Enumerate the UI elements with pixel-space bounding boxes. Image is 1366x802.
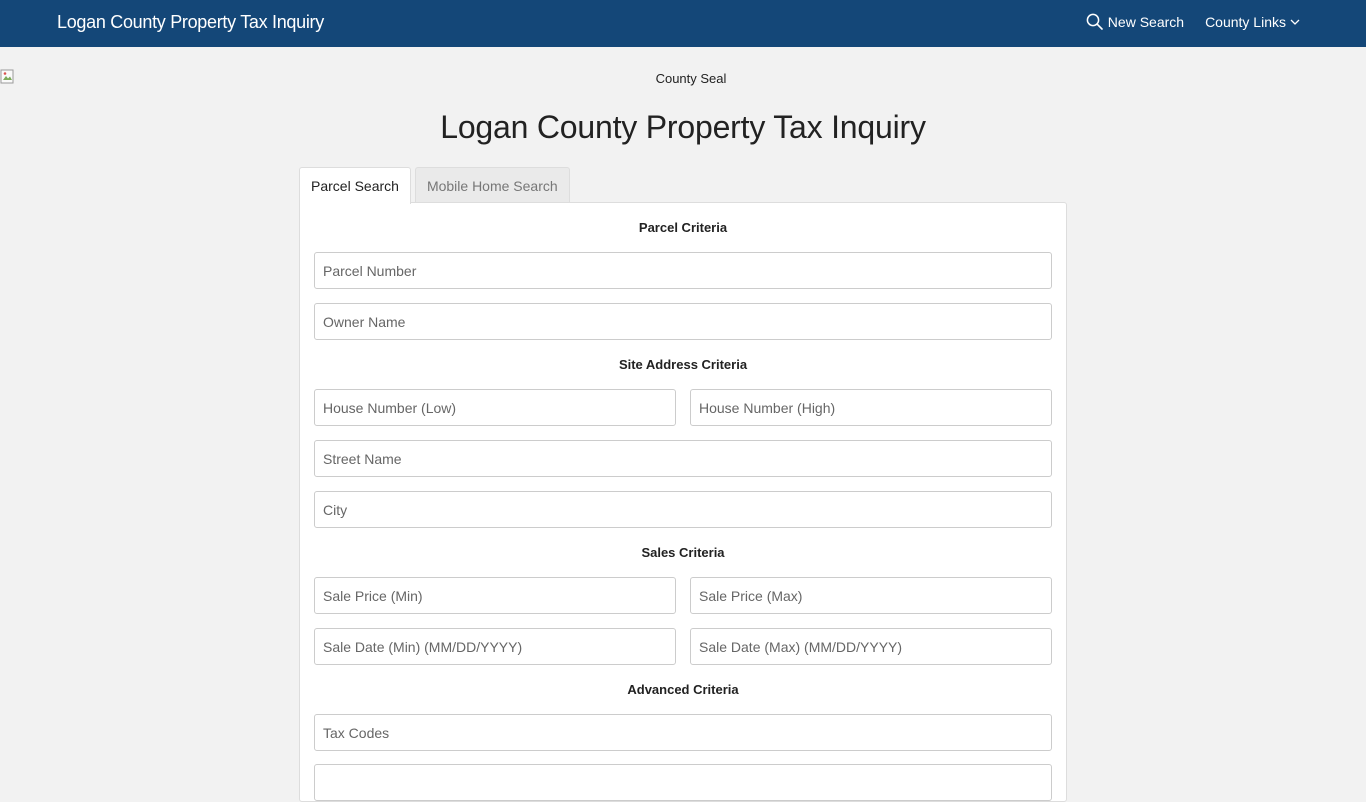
tab-parcel-search[interactable]: Parcel Search (299, 167, 411, 204)
top-navbar: Logan County Property Tax Inquiry New Se… (0, 0, 1366, 47)
sales-criteria-heading: Sales Criteria (641, 545, 725, 560)
tax-codes-input[interactable] (314, 714, 1052, 751)
sale-price-min-input[interactable] (314, 577, 676, 614)
city-input[interactable] (314, 491, 1052, 528)
county-seal-alt-text: County Seal (655, 71, 727, 86)
additional-advanced-input[interactable] (314, 764, 1052, 801)
sale-date-max-input[interactable] (690, 628, 1052, 665)
navbar-brand[interactable]: Logan County Property Tax Inquiry (57, 12, 324, 33)
county-links-dropdown[interactable]: County Links (1205, 14, 1300, 30)
county-links-label: County Links (1205, 13, 1286, 30)
search-tabs: Parcel Search Mobile Home Search (299, 167, 570, 204)
new-search-label: New Search (1107, 13, 1185, 30)
house-number-high-input[interactable] (690, 389, 1052, 426)
navbar-links: New Search County Links (1086, 13, 1300, 30)
search-icon (1086, 13, 1103, 30)
advanced-criteria-heading: Advanced Criteria (627, 682, 739, 697)
street-name-input[interactable] (314, 440, 1052, 477)
site-address-criteria-heading: Site Address Criteria (618, 357, 748, 372)
sale-price-max-input[interactable] (690, 577, 1052, 614)
new-search-link[interactable]: New Search (1086, 13, 1184, 30)
search-form-panel: Parcel Criteria Site Address Criteria Sa… (299, 202, 1067, 802)
parcel-number-input[interactable] (314, 252, 1052, 289)
page-title: Logan County Property Tax Inquiry (440, 109, 926, 145)
sale-date-min-input[interactable] (314, 628, 676, 665)
chevron-down-icon (1290, 19, 1300, 25)
tab-mobile-home-search[interactable]: Mobile Home Search (414, 167, 570, 203)
owner-name-input[interactable] (314, 303, 1052, 340)
house-number-low-input[interactable] (314, 389, 676, 426)
parcel-criteria-heading: Parcel Criteria (638, 220, 728, 235)
